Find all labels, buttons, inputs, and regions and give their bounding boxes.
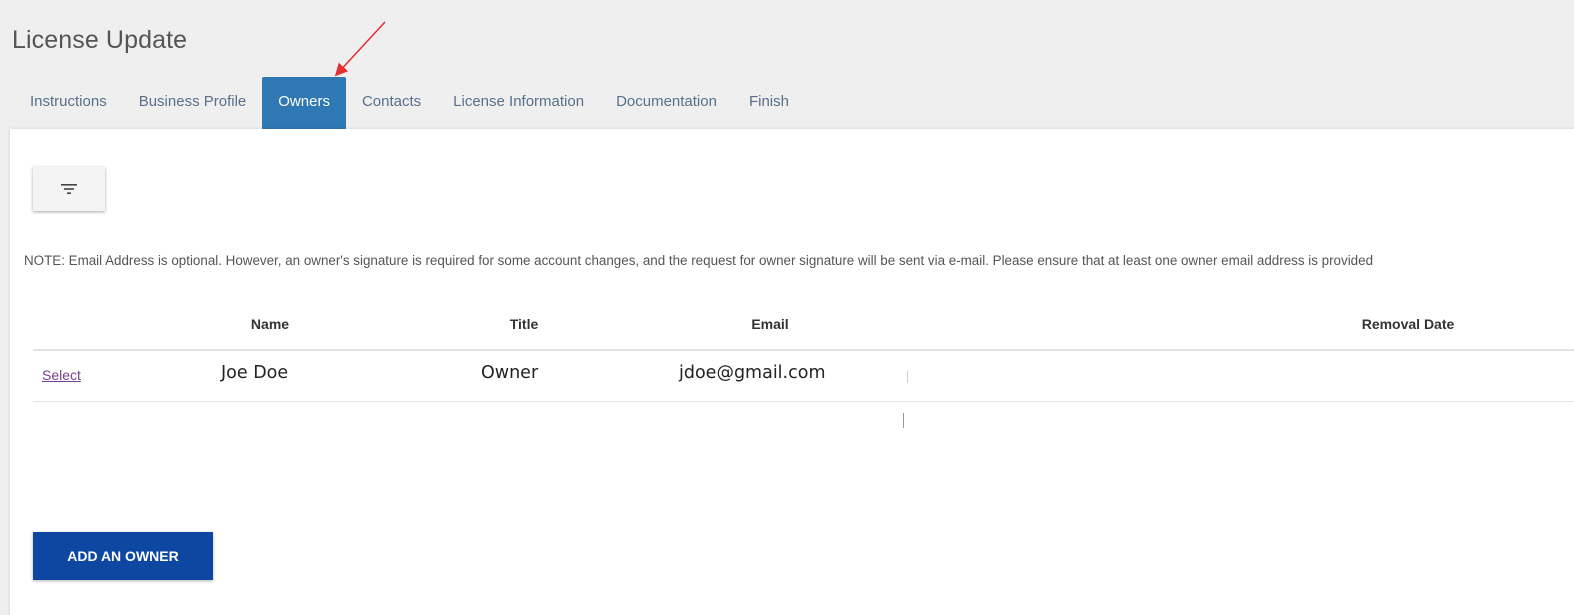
row-divider-mark: [907, 370, 908, 383]
tab-business-profile[interactable]: Business Profile: [123, 77, 263, 129]
table-header: Name Title Email Removal Date: [33, 299, 1574, 351]
tab-license-information[interactable]: License Information: [437, 77, 600, 129]
filter-lines-icon: [61, 184, 77, 194]
owner-name-cell: Joe Doe: [221, 363, 289, 383]
owner-email-cell: jdoe@gmail.com: [679, 363, 826, 383]
tab-contacts[interactable]: Contacts: [346, 77, 437, 129]
column-header-removal-date[interactable]: Removal Date: [1362, 316, 1455, 332]
add-owner-button[interactable]: ADD AN OWNER: [33, 532, 213, 580]
column-header-email[interactable]: Email: [751, 316, 788, 332]
select-owner-link[interactable]: Select: [42, 367, 81, 383]
owners-table: Name Title Email Removal Date Select Joe…: [33, 299, 1574, 428]
email-note: NOTE: Email Address is optional. However…: [24, 253, 1374, 268]
owner-title-cell: Owner: [481, 363, 539, 383]
tab-finish[interactable]: Finish: [733, 77, 805, 129]
filter-button[interactable]: [33, 167, 105, 211]
table-row: Select Joe Doe Owner jdoe@gmail.com: [33, 351, 1574, 402]
column-header-title[interactable]: Title: [510, 316, 539, 332]
page-title: License Update: [12, 26, 188, 54]
tab-owners[interactable]: Owners: [262, 77, 346, 129]
tab-documentation[interactable]: Documentation: [600, 77, 733, 129]
tab-instructions[interactable]: Instructions: [14, 77, 123, 129]
tab-bar: Instructions Business Profile Owners Con…: [14, 77, 805, 129]
column-header-name[interactable]: Name: [251, 316, 289, 332]
owners-panel: NOTE: Email Address is optional. However…: [10, 129, 1574, 615]
empty-row-mark: [903, 413, 904, 428]
